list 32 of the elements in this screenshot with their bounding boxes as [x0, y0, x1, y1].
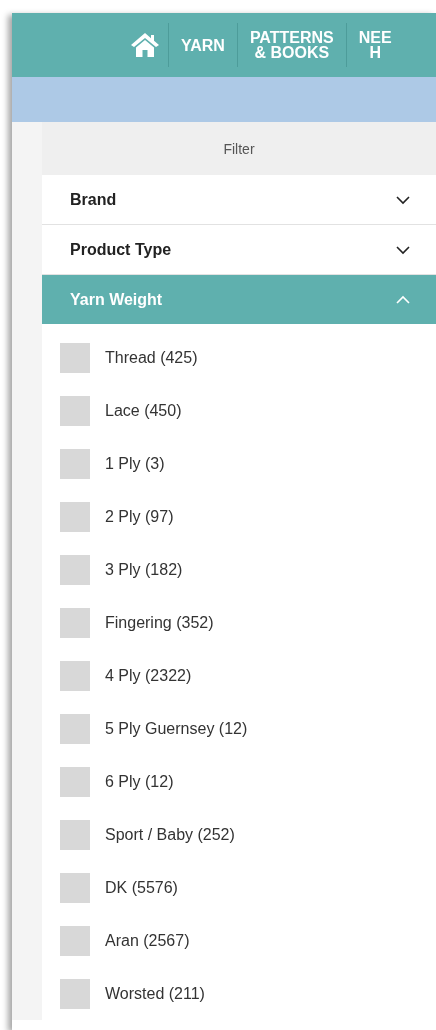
option-label[interactable]: Thread (425) — [105, 348, 198, 367]
option-label[interactable]: 2 Ply (97) — [105, 507, 174, 526]
option-label[interactable]: 4 Ply (2322) — [105, 666, 192, 685]
option-label[interactable]: 1 Ply (3) — [105, 454, 165, 473]
checkbox[interactable] — [60, 925, 90, 956]
chevron-up-icon — [396, 294, 410, 305]
checkbox[interactable] — [60, 660, 90, 691]
option-label[interactable]: Fingering (352) — [105, 613, 214, 632]
checkbox[interactable] — [60, 713, 90, 744]
option-label[interactable]: 3 Ply (182) — [105, 560, 183, 579]
home-icon[interactable] — [130, 32, 160, 58]
option-label[interactable]: Lace (450) — [105, 401, 182, 420]
checkbox[interactable] — [60, 395, 90, 426]
chevron-down-icon — [396, 244, 410, 255]
checkbox[interactable] — [60, 766, 90, 797]
option-label[interactable]: 5 Ply Guernsey (12) — [105, 719, 248, 738]
checkbox[interactable] — [60, 342, 90, 373]
checkbox[interactable] — [60, 501, 90, 532]
checkbox[interactable] — [60, 554, 90, 585]
filter-title: Filter — [42, 122, 436, 175]
option-label[interactable]: DK (5576) — [105, 878, 178, 897]
option-label[interactable]: Aran (2567) — [105, 931, 190, 950]
option-label[interactable]: 6 Ply (12) — [105, 772, 174, 791]
checkbox[interactable] — [60, 872, 90, 903]
checkbox[interactable] — [60, 978, 90, 1009]
checkbox[interactable] — [60, 448, 90, 479]
chevron-down-icon — [396, 194, 410, 205]
option-label[interactable]: Sport / Baby (252) — [105, 825, 235, 844]
filter-section-header[interactable]: Brand — [42, 175, 436, 225]
option-label[interactable]: Worsted (211) — [105, 984, 205, 1003]
checkbox[interactable] — [60, 607, 90, 638]
checkbox[interactable] — [60, 819, 90, 850]
